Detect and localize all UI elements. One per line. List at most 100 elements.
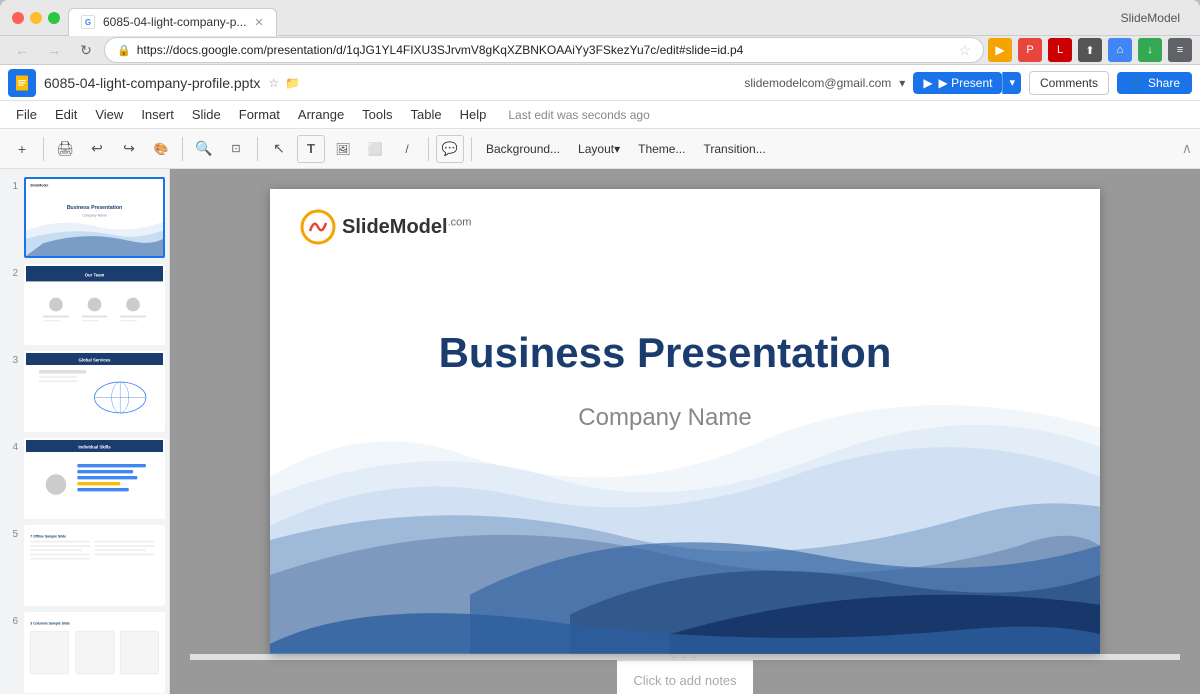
menu-view[interactable]: View [87,105,131,124]
menu-tools[interactable]: Tools [354,105,400,124]
extension-icon-6[interactable]: ↓ [1138,38,1162,62]
app-topbar-right: slidemodelcom@gmail.com ▾ ▶ ▶ Present ▾ … [744,71,1192,95]
slide-thumb-3[interactable]: Global Services [24,351,165,432]
menu-help[interactable]: Help [452,105,495,124]
shape-tool[interactable]: ⬜ [361,135,389,163]
present-button-group: ▶ ▶ Present ▾ [913,72,1021,94]
menu-arrange[interactable]: Arrange [290,105,352,124]
bookmark-icon[interactable]: ☆ [958,42,971,59]
slide-thumb-5[interactable]: 7 Offline Sample Slide [24,525,165,606]
text-tool[interactable]: T [297,135,325,163]
slidemodel-logo-text: SlideModel.com [342,216,471,239]
extension-icon-1[interactable]: ▶ [988,38,1012,62]
cursor-tool[interactable]: ↖ [265,135,293,163]
app-name: SlideModel [1121,11,1180,25]
menu-format[interactable]: Format [231,105,288,124]
present-dropdown-button[interactable]: ▾ [1002,72,1021,94]
background-label: Background... [486,142,560,156]
slide-thumbnail-1: SlideModel Business Presentation Company… [26,179,163,256]
tab-title: 6085-04-light-company-p... [103,15,246,29]
traffic-lights [12,12,60,24]
slide-thumb-6[interactable]: 3 Columns Sample Slide [24,612,165,693]
layout-label: Layout▾ [578,142,620,156]
address-bar[interactable]: 🔒 https://docs.google.com/presentation/d… [104,37,984,63]
present-button[interactable]: ▶ ▶ Present [913,72,1002,94]
slide-thumb-2[interactable]: Our Team [24,264,165,345]
tab-favicon: G [81,15,95,29]
menu-table[interactable]: Table [403,105,450,124]
browser-tab[interactable]: G 6085-04-light-company-p... ✕ [68,8,277,36]
comment-tool[interactable]: 💬 [436,135,464,163]
menu-edit[interactable]: Edit [47,105,85,124]
zoom-plus-button[interactable]: + [8,135,36,163]
maximize-window-button[interactable] [48,12,60,24]
extension-icon-2[interactable]: P [1018,38,1042,62]
share-icon: 👤 [1129,76,1144,90]
undo-button[interactable]: ↩ [83,135,111,163]
transition-dropdown[interactable]: Transition... [696,139,772,159]
svg-text:SlideModel: SlideModel [30,184,48,188]
extension-icon-7[interactable]: ≡ [1168,38,1192,62]
back-button[interactable]: ← [8,36,36,64]
svg-text:Our Team: Our Team [85,272,105,277]
toolbar-separator-3 [257,137,258,161]
toolbar-separator-5 [471,137,472,161]
slide-item-2[interactable]: 2 Our Team [4,264,165,345]
transition-label: Transition... [703,142,765,156]
slide-main-title[interactable]: Business Presentation [270,329,1060,377]
toolbar-separator-1 [43,137,44,161]
comments-button[interactable]: Comments [1029,71,1109,95]
share-label: Share [1148,76,1180,90]
zoom-button[interactable]: 🔍 [190,135,218,163]
toolbar-separator-2 [182,137,183,161]
slide-thumb-4[interactable]: Individual Skills [24,438,165,519]
slide-number-5: 5 [4,529,18,540]
toolbar-collapse-button[interactable]: ∧ [1182,140,1192,157]
minimize-window-button[interactable] [30,12,42,24]
slide-canvas[interactable]: SlideModel.com Business Presentation Com… [270,189,1100,654]
slide-thumbnail-5: 7 Offline Sample Slide [26,527,163,604]
folder-icon[interactable]: 📁 [285,76,300,90]
menu-slide[interactable]: Slide [184,105,229,124]
slide-item-5[interactable]: 5 7 Offline Sample Slide [4,525,165,606]
menu-file[interactable]: File [8,105,45,124]
close-window-button[interactable] [12,12,24,24]
background-dropdown[interactable]: Background... [479,139,567,159]
extension-icon-4[interactable]: ⬆ [1078,38,1102,62]
canvas-area: SlideModel.com Business Presentation Com… [170,169,1200,694]
notes-area[interactable]: Click to add notes [617,660,752,694]
layout-dropdown[interactable]: Layout▾ [571,139,627,159]
slide-item-4[interactable]: 4 Individual Skills [4,438,165,519]
slide-thumbnail-4: Individual Skills [26,440,163,517]
slide-thumbnail-3: Global Services [26,353,163,430]
slide-thumb-1[interactable]: SlideModel Business Presentation Company… [24,177,165,258]
line-tool[interactable]: / [393,135,421,163]
slide-item-6[interactable]: 6 3 Columns Sample Slide [4,612,165,693]
account-dropdown-icon[interactable]: ▾ [899,76,905,90]
share-button[interactable]: 👤 Share [1117,72,1192,94]
url-display: https://docs.google.com/presentation/d/1… [137,43,953,57]
refresh-button[interactable]: ↻ [72,36,100,64]
slide-number-2: 2 [4,268,18,279]
filename-icons: ☆ 📁 [268,76,300,90]
theme-label: Theme... [638,142,685,156]
slide-item-3[interactable]: 3 Global Services [4,351,165,432]
zoom-fit-button[interactable]: ⊡ [222,135,250,163]
image-tool[interactable]: 🖼 [329,135,357,163]
svg-text:3 Columns Sample Slide: 3 Columns Sample Slide [30,622,70,626]
redo-button[interactable]: ↪ [115,135,143,163]
extension-icon-3[interactable]: L [1048,38,1072,62]
menu-insert[interactable]: Insert [133,105,182,124]
slide-waves [270,398,1100,654]
present-play-icon: ▶ [923,76,932,90]
paint-format-button[interactable]: 🎨 [147,135,175,163]
extension-icon-5[interactable]: ⌂ [1108,38,1132,62]
toolbar: + 🖨 ↩ ↪ 🎨 🔍 ⊡ ↖ T 🖼 ⬜ / 💬 Backgroun [0,129,1200,169]
star-icon[interactable]: ☆ [268,76,279,90]
svg-text:Individual Skills: Individual Skills [78,445,111,450]
print-button[interactable]: 🖨 [51,135,79,163]
slide-item-1[interactable]: 1 SlideModel Business Presentation [4,177,165,258]
tab-close-button[interactable]: ✕ [254,16,263,29]
theme-dropdown[interactable]: Theme... [631,139,692,159]
forward-button[interactable]: → [40,36,68,64]
